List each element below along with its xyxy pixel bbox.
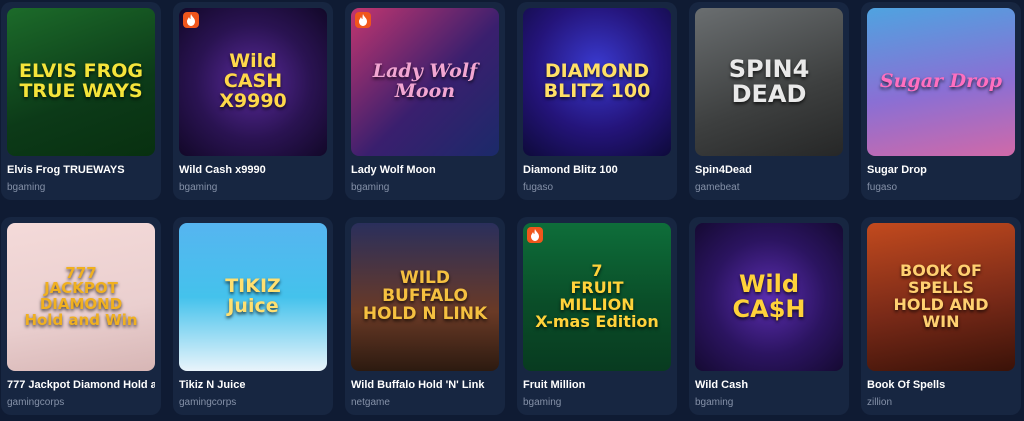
game-title[interactable]: Sugar Drop bbox=[867, 164, 1015, 176]
game-card[interactable]: DIAMOND BLITZ 100 Diamond Blitz 100 fuga… bbox=[517, 2, 677, 200]
game-card[interactable]: TIKIZ Juice Tikiz N Juice gamingcorps bbox=[173, 217, 333, 415]
game-provider: bgaming bbox=[695, 397, 734, 408]
game-thumbnail[interactable]: Sugar Drop bbox=[867, 8, 1015, 156]
game-card[interactable]: Wild CA$H Wild Cash bgaming bbox=[689, 217, 849, 415]
game-provider: zillion bbox=[867, 397, 893, 408]
fire-icon bbox=[527, 227, 543, 243]
game-card[interactable]: 7 FRUIT MILLION X-mas Edition Fruit Mill… bbox=[517, 217, 677, 415]
game-card[interactable]: Wild CASH X9990 Wild Cash x9990 bgaming bbox=[173, 2, 333, 200]
game-provider: bgaming bbox=[523, 397, 562, 408]
fire-icon bbox=[183, 12, 199, 28]
game-thumbnail[interactable]: TIKIZ Juice bbox=[179, 223, 327, 371]
game-card[interactable]: ELVIS FROG TRUE WAYS Elvis Frog TRUEWAYS… bbox=[1, 2, 161, 200]
game-thumbnail[interactable]: DIAMOND BLITZ 100 bbox=[523, 8, 671, 156]
game-title[interactable]: Wild Cash x9990 bbox=[179, 164, 327, 176]
game-provider: netgame bbox=[351, 397, 390, 408]
game-provider: fugaso bbox=[523, 182, 554, 193]
game-thumbnail[interactable]: WILD BUFFALO HOLD N LINK bbox=[351, 223, 499, 371]
game-thumbnail[interactable]: ELVIS FROG TRUE WAYS bbox=[7, 8, 155, 156]
game-provider: gamingcorps bbox=[7, 397, 65, 408]
game-title[interactable]: Tikiz N Juice bbox=[179, 379, 327, 391]
game-provider: bgaming bbox=[179, 182, 218, 193]
game-provider: gamebeat bbox=[695, 182, 740, 193]
game-thumbnail[interactable]: BOOK OF SPELLS HOLD AND WIN bbox=[867, 223, 1015, 371]
game-thumbnail[interactable]: 777 JACKPOT DIAMOND Hold and Win bbox=[7, 223, 155, 371]
game-art-text: ELVIS FROG TRUE WAYS bbox=[19, 60, 143, 102]
game-provider: bgaming bbox=[7, 182, 46, 193]
game-art-text: Lady Wolf Moon bbox=[372, 60, 478, 102]
game-art-text: WILD BUFFALO HOLD N LINK bbox=[362, 268, 488, 324]
game-title[interactable]: Spin4Dead bbox=[695, 164, 843, 176]
game-art-text: 777 JACKPOT DIAMOND Hold and Win bbox=[24, 263, 138, 329]
game-art-text: TIKIZ Juice bbox=[225, 275, 281, 317]
game-card[interactable]: SPIN4 DEAD Spin4Dead gamebeat bbox=[689, 2, 849, 200]
game-grid: ELVIS FROG TRUE WAYS Elvis Frog TRUEWAYS… bbox=[0, 0, 1024, 421]
game-art-text: Sugar Drop bbox=[879, 70, 1003, 93]
game-art-text: 7 FRUIT MILLION X-mas Edition bbox=[535, 261, 659, 331]
game-provider: bgaming bbox=[351, 182, 390, 193]
game-thumbnail[interactable]: Wild CASH X9990 bbox=[179, 8, 327, 156]
game-thumbnail[interactable]: Wild CA$H bbox=[695, 223, 843, 371]
game-title[interactable]: Diamond Blitz 100 bbox=[523, 164, 671, 176]
game-thumbnail[interactable]: SPIN4 DEAD bbox=[695, 8, 843, 156]
game-title[interactable]: Elvis Frog TRUEWAYS bbox=[7, 164, 155, 176]
game-title[interactable]: Book Of Spells bbox=[867, 379, 1015, 391]
game-card[interactable]: WILD BUFFALO HOLD N LINK Wild Buffalo Ho… bbox=[345, 217, 505, 415]
game-art-text: DIAMOND BLITZ 100 bbox=[543, 60, 651, 102]
game-title[interactable]: 777 Jackpot Diamond Hold and Win bbox=[7, 379, 155, 391]
game-title[interactable]: Wild Cash bbox=[695, 379, 843, 391]
game-provider: gamingcorps bbox=[179, 397, 237, 408]
game-art-text: BOOK OF SPELLS HOLD AND WIN bbox=[893, 261, 989, 331]
game-thumbnail[interactable]: 7 FRUIT MILLION X-mas Edition bbox=[523, 223, 671, 371]
game-card[interactable]: 777 JACKPOT DIAMOND Hold and Win 777 Jac… bbox=[1, 217, 161, 415]
game-thumbnail[interactable]: Lady Wolf Moon bbox=[351, 8, 499, 156]
game-card[interactable]: Lady Wolf Moon Lady Wolf Moon bgaming bbox=[345, 2, 505, 200]
game-art-text: SPIN4 DEAD bbox=[728, 54, 810, 108]
game-card[interactable]: BOOK OF SPELLS HOLD AND WIN Book Of Spel… bbox=[861, 217, 1021, 415]
game-card[interactable]: Sugar Drop Sugar Drop fugaso bbox=[861, 2, 1021, 200]
game-title[interactable]: Lady Wolf Moon bbox=[351, 164, 499, 176]
game-provider: fugaso bbox=[867, 182, 898, 193]
game-title[interactable]: Fruit Million bbox=[523, 379, 671, 391]
game-art-text: Wild CA$H bbox=[732, 269, 806, 323]
fire-icon bbox=[355, 12, 371, 28]
game-title[interactable]: Wild Buffalo Hold 'N' Link bbox=[351, 379, 499, 391]
game-art-text: Wild CASH X9990 bbox=[219, 50, 287, 112]
